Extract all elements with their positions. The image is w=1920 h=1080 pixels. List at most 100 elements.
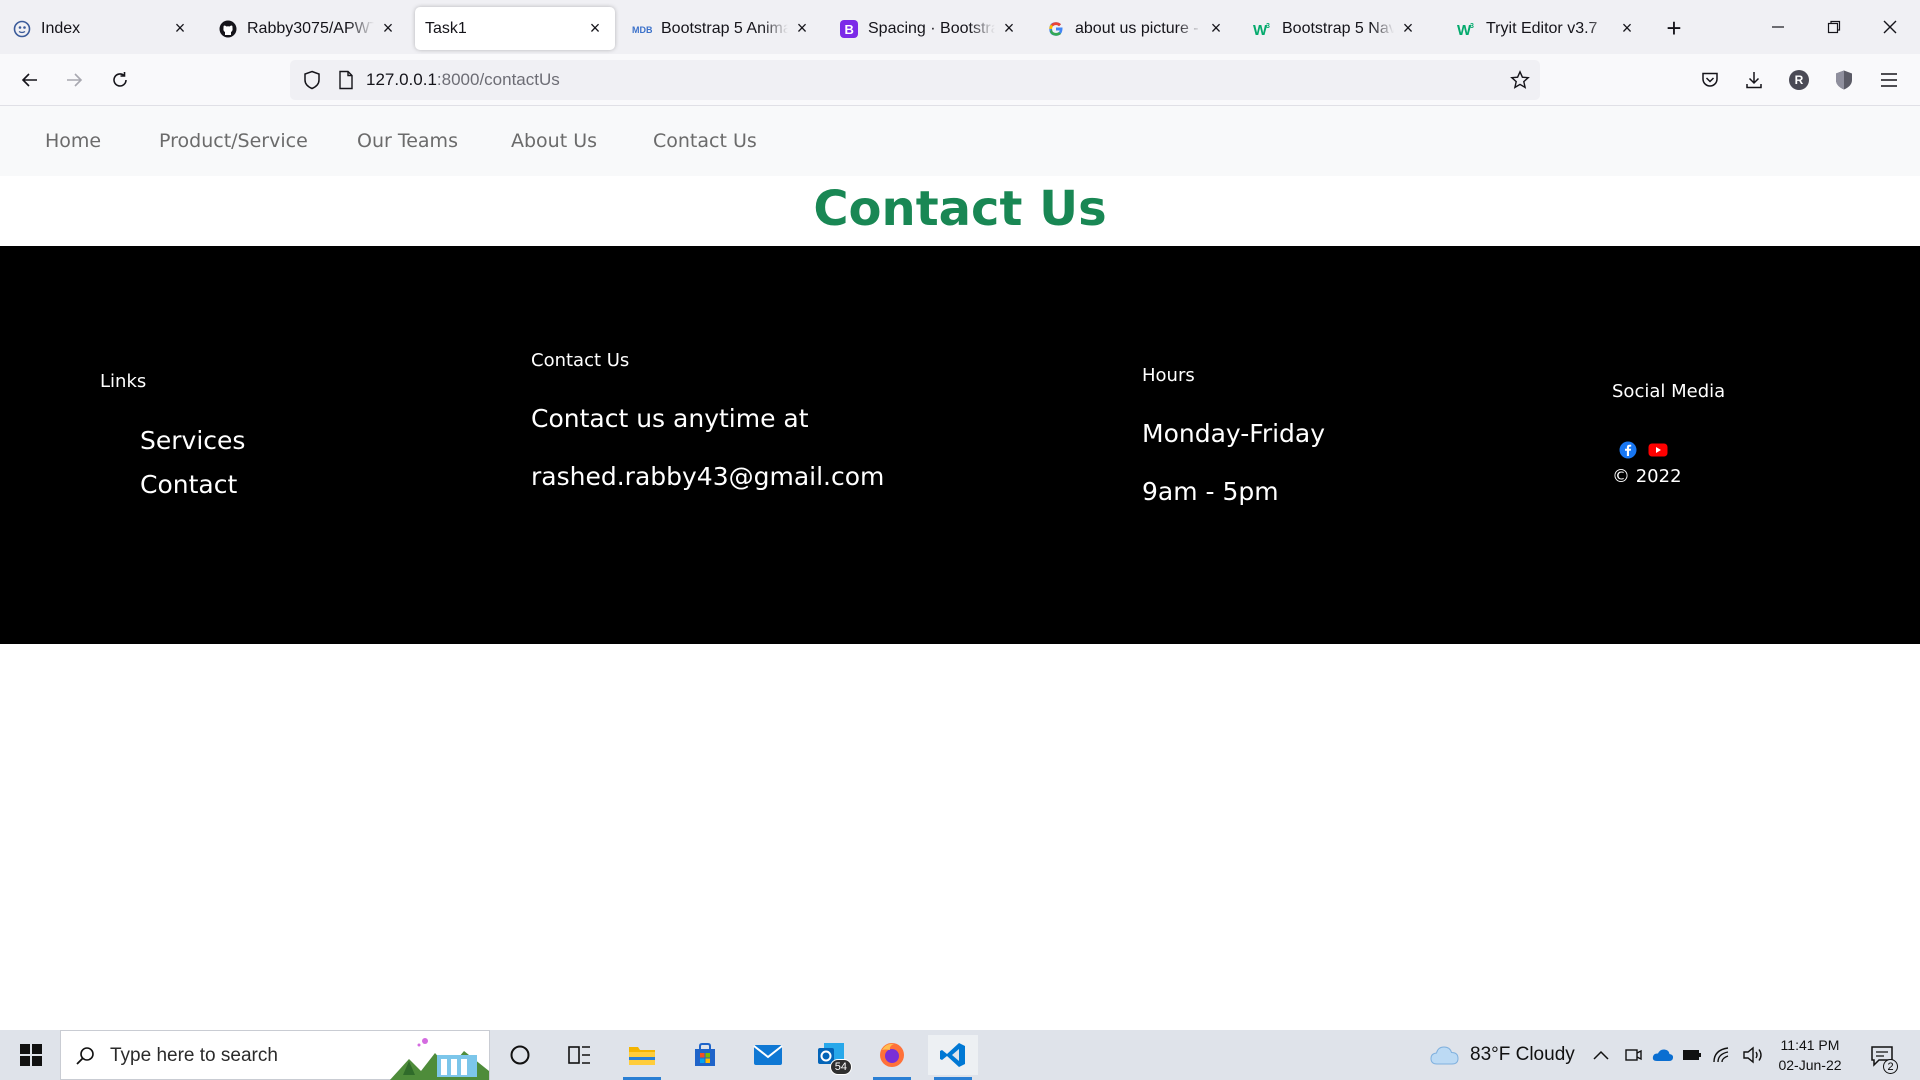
tab-label: Rabby3075/APWTRe: [247, 19, 374, 37]
cortana-icon[interactable]: [495, 1035, 545, 1075]
tab-google[interactable]: about us picture - G ×: [1036, 7, 1236, 50]
mail-icon[interactable]: [743, 1035, 793, 1075]
nav-link-product-service[interactable]: Product/Service: [159, 130, 308, 152]
profile-initial: R: [1794, 73, 1804, 87]
account-avatar-icon[interactable]: R: [1785, 66, 1813, 94]
outlook-icon[interactable]: 54: [806, 1035, 856, 1075]
restore-icon[interactable]: [1806, 0, 1862, 54]
meet-now-icon[interactable]: [1624, 1030, 1642, 1080]
url-path: :8000/contactUs: [436, 70, 560, 89]
page-title: Contact Us: [813, 181, 1107, 237]
close-tab-icon[interactable]: ×: [1206, 18, 1226, 39]
svg-text:3: 3: [1266, 23, 1270, 30]
cloud-icon: [1430, 1046, 1459, 1065]
contact-text: Contact us anytime at: [531, 404, 809, 433]
tab-w3-navigation[interactable]: W3 Bootstrap 5 Navigati ×: [1243, 7, 1428, 50]
hours-heading: Hours: [1142, 365, 1195, 386]
links-heading: Links: [100, 371, 147, 392]
microsoft-store-icon[interactable]: [680, 1035, 730, 1075]
pocket-icon[interactable]: [1696, 66, 1724, 94]
new-tab-button[interactable]: +: [1660, 13, 1688, 43]
google-icon: [1046, 19, 1066, 39]
youtube-icon[interactable]: [1647, 439, 1669, 461]
onedrive-icon[interactable]: [1652, 1030, 1674, 1080]
tab-label: Index: [41, 19, 81, 37]
extension-shield-icon[interactable]: [1830, 66, 1858, 94]
volume-icon[interactable]: [1742, 1030, 1764, 1080]
site-footer: Links Services Contact Contact Us Contac…: [0, 246, 1920, 644]
tab-spacing[interactable]: B Spacing · Bootstrap ×: [829, 7, 1029, 50]
download-icon[interactable]: [1740, 66, 1768, 94]
w3schools-icon: W3: [1457, 19, 1477, 39]
contact-heading: Contact Us: [531, 350, 630, 371]
tab-label: Task1: [425, 19, 467, 37]
svg-text:MDB: MDB: [632, 25, 652, 35]
nav-link-our-teams[interactable]: Our Teams: [357, 130, 458, 152]
tab-github[interactable]: Rabby3075/APWTRe ×: [208, 7, 408, 50]
back-arrow-icon[interactable]: [14, 64, 46, 96]
weather-widget[interactable]: 83°F Cloudy: [1430, 1030, 1575, 1080]
github-icon: [218, 19, 238, 39]
facebook-icon[interactable]: [1617, 439, 1639, 461]
bookmark-star-icon[interactable]: [1508, 68, 1532, 92]
address-bar[interactable]: 127.0.0.1:8000/contactUs: [290, 60, 1540, 100]
battery-icon[interactable]: [1682, 1030, 1702, 1080]
action-center-icon[interactable]: 2: [1866, 1040, 1898, 1074]
nav-link-about-us[interactable]: About Us: [511, 130, 597, 152]
close-window-icon[interactable]: [1862, 0, 1918, 54]
site-navbar: Home Product/Service Our Teams About Us …: [0, 106, 1920, 176]
tab-mdb[interactable]: MDB Bootstrap 5 Animati ×: [622, 7, 822, 50]
tab-label: Tryit Editor v3.7: [1486, 19, 1598, 37]
close-tab-icon[interactable]: ×: [170, 18, 190, 39]
menu-hamburger-icon[interactable]: [1875, 66, 1903, 94]
page-info-icon[interactable]: [334, 68, 358, 92]
vscode-icon[interactable]: [928, 1035, 978, 1080]
social-heading: Social Media: [1612, 381, 1726, 402]
windows-start-icon[interactable]: [8, 1037, 54, 1073]
nav-link-home[interactable]: Home: [45, 130, 101, 152]
file-explorer-icon[interactable]: [617, 1035, 667, 1080]
tab-task1[interactable]: Task1 ×: [415, 7, 615, 50]
w3schools-icon: W3: [1253, 19, 1273, 39]
weather-text: 83°F Cloudy: [1470, 1044, 1575, 1065]
notification-badge: 54: [829, 1059, 852, 1075]
tracking-protection-shield-icon[interactable]: [300, 68, 324, 92]
firefox-icon[interactable]: [867, 1035, 917, 1080]
taskbar-search-box[interactable]: Type here to search: [60, 1030, 490, 1080]
forward-arrow-icon[interactable]: [58, 64, 90, 96]
wifi-icon[interactable]: [1712, 1030, 1732, 1080]
hours-days: Monday-Friday: [1142, 419, 1326, 448]
bootstrap-icon: B: [839, 19, 859, 39]
copyright-text: © 2022: [1612, 466, 1682, 487]
hours-time: 9am - 5pm: [1142, 477, 1279, 506]
clock-time: 11:41 PM: [1780, 1037, 1840, 1053]
browser-tab-bar: Index × Rabby3075/APWTRe × Task1 × MDB B…: [0, 0, 1920, 54]
show-hidden-icons-chevron-icon[interactable]: [1592, 1030, 1610, 1080]
notification-count: 2: [1883, 1059, 1898, 1074]
minimize-icon[interactable]: [1750, 0, 1806, 54]
nav-link-contact-us[interactable]: Contact Us: [653, 130, 757, 152]
social-icons: [1617, 439, 1669, 461]
footer-link-services[interactable]: Services: [140, 426, 245, 455]
tab-label: Bootstrap 5 Animati: [661, 19, 788, 37]
tab-tryit[interactable]: W3 Tryit Editor v3.7 ×: [1447, 7, 1647, 50]
windows-taskbar: Type here to search 54 83°F Cloudy 11:41…: [0, 1030, 1920, 1080]
task-view-icon[interactable]: [555, 1035, 605, 1075]
tab-label: about us picture - G: [1075, 19, 1202, 37]
taskbar-clock[interactable]: 11:41 PM 02-Jun-22: [1775, 1035, 1845, 1075]
close-tab-icon[interactable]: ×: [378, 18, 398, 39]
svg-text:3: 3: [1470, 23, 1474, 30]
reload-icon[interactable]: [104, 64, 136, 96]
close-tab-icon[interactable]: ×: [792, 18, 812, 39]
url-text: 127.0.0.1:8000/contactUs: [366, 70, 560, 90]
close-tab-icon[interactable]: ×: [1617, 18, 1637, 39]
close-tab-icon[interactable]: ×: [999, 18, 1019, 39]
tab-label: Bootstrap 5 Navigati: [1282, 19, 1394, 37]
search-placeholder: Type here to search: [110, 1045, 278, 1066]
close-tab-icon[interactable]: ×: [1398, 18, 1418, 39]
footer-link-contact[interactable]: Contact: [140, 470, 237, 499]
globe-icon: [12, 19, 32, 39]
close-tab-icon[interactable]: ×: [585, 18, 605, 39]
tab-index[interactable]: Index ×: [2, 7, 200, 50]
contact-email: rashed.rabby43@gmail.com: [531, 462, 885, 491]
